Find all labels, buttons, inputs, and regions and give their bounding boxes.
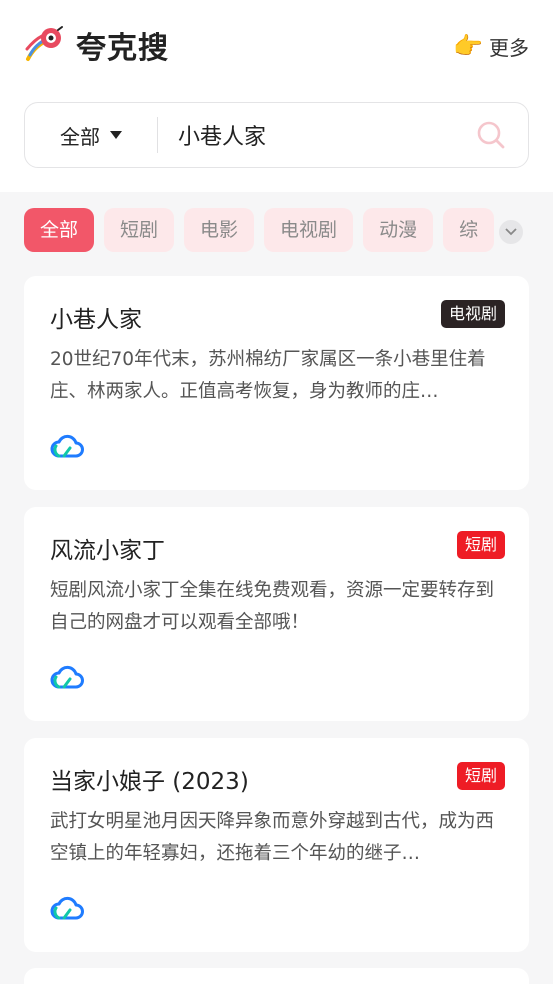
result-card[interactable]: 当家小娘子 (2023) 短剧武打女明星池月因天降异象而意外穿越到古代，成为西空镇… (24, 738, 529, 952)
cloud-drive-icon[interactable] (50, 434, 84, 460)
tab-0[interactable]: 全部 (24, 208, 95, 252)
chevron-down-icon[interactable] (499, 220, 523, 244)
category-tabs: 全部 短剧 电影 电视剧 动漫综 (24, 208, 494, 254)
app-title: 夸克搜 (76, 31, 169, 66)
result-description: 20世纪70年代末，苏州棉纺厂家属区一条小巷里住着庄、林两家人。正值高考恢复，身… (50, 349, 486, 402)
tab-3[interactable]: 电视剧 (264, 208, 354, 252)
result-title[interactable]: 风流小家丁 (50, 531, 165, 565)
scope-label: 全部 (60, 124, 100, 149)
search-box: 全部 (24, 102, 529, 168)
more-button[interactable]: 👉 更多 (453, 30, 529, 62)
scope-dropdown[interactable]: 全部 (25, 103, 157, 167)
logo[interactable]: 夸克搜 (24, 24, 169, 66)
result-card[interactable] (24, 968, 529, 984)
cloud-drive-icon[interactable] (50, 665, 84, 691)
result-title[interactable]: 当家小娘子 (2023) (50, 762, 249, 796)
result-description: 武打女明星池月因天降异象而意外穿越到古代，成为西空镇上的年轻寡妇，还拖着三个年幼… (50, 811, 495, 864)
category-badge: 短剧 (456, 531, 505, 559)
tab-4[interactable]: 动漫 (363, 208, 434, 252)
more-label: 更多 (489, 35, 529, 60)
category-tabs-area: 全部 短剧 电影 电视剧 动漫综 (0, 192, 553, 270)
app-header: 夸克搜 👉 更多 (0, 0, 553, 92)
caret-down-icon (110, 131, 122, 139)
tab-5[interactable]: 综 (443, 208, 494, 252)
search-input[interactable] (158, 103, 476, 167)
cloud-drive-icon[interactable] (50, 896, 84, 922)
search-area: 全部 (0, 92, 553, 192)
result-card[interactable]: 风流小家丁 短剧短剧风流小家丁全集在线免费观看，资源一定要转存到自己的网盘才可以观… (24, 507, 529, 721)
search-icon[interactable] (476, 120, 506, 150)
result-description: 短剧风流小家丁全集在线免费观看，资源一定要转存到自己的网盘才可以观看全部哦！ (50, 580, 495, 633)
result-card[interactable]: 小巷人家 电视剧 20世纪70年代末，苏州棉纺厂家属区一条小巷里住着庄、林两家人。正… (24, 276, 529, 490)
tab-2[interactable]: 电影 (184, 208, 255, 252)
rocket-logo-icon (25, 26, 63, 61)
result-title[interactable]: 小巷人家 (50, 300, 142, 334)
category-badge: 电视剧 (440, 300, 505, 328)
tab-1[interactable]: 短剧 (104, 208, 175, 252)
category-badge: 短剧 (456, 762, 505, 790)
pointing-hand-icon: 👉 (453, 32, 483, 60)
